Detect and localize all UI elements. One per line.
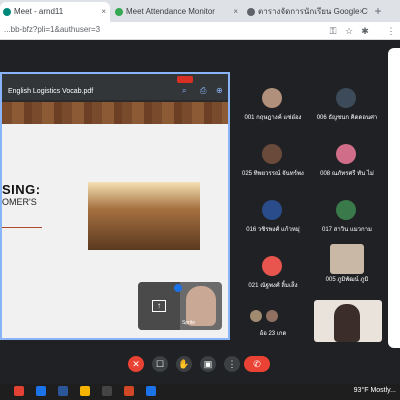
avatar bbox=[262, 88, 282, 108]
address-bar[interactable]: ...bb-bfz?pli=1&authuser=3 ⚿ ☆ ✱ ⋮ bbox=[0, 22, 400, 40]
participant-camera-feed bbox=[334, 304, 360, 342]
slide-wood-banner bbox=[2, 102, 228, 124]
raise-hand-button[interactable]: ✋ bbox=[176, 356, 192, 372]
participant-tile[interactable]: 017 สาวิน แมวกาม bbox=[316, 196, 376, 238]
participant-tile[interactable]: 021 ณัฐพงศ์ ลิ้มเส็ง bbox=[242, 252, 302, 294]
pin-icon[interactable] bbox=[174, 284, 182, 292]
new-tab-button[interactable]: + bbox=[370, 3, 386, 19]
participant-name: 021 ณัฐพงศ์ ลิ้มเส็ง bbox=[248, 283, 298, 289]
tab-strip: Meet - arnd11 × Meet Attendance Monitor … bbox=[0, 0, 400, 22]
star-icon[interactable]: ☆ bbox=[342, 24, 356, 38]
weather-widget[interactable]: 93°F Mostly... bbox=[354, 387, 396, 394]
meet-favicon-icon bbox=[3, 8, 11, 16]
word-icon[interactable] bbox=[58, 386, 68, 396]
search-icon[interactable]: ⌕ bbox=[182, 86, 186, 96]
app-icon[interactable] bbox=[102, 386, 112, 396]
app-icon[interactable] bbox=[36, 386, 46, 396]
avatar bbox=[336, 88, 356, 108]
slide-title: SING: bbox=[2, 182, 41, 197]
participant-name: 008 ณภัทรศรี ทัน ไม่ bbox=[320, 171, 374, 177]
extension-favicon-icon bbox=[115, 8, 123, 16]
end-call-button[interactable]: ✆ bbox=[244, 356, 270, 372]
url-text[interactable]: ...bb-bfz?pli=1&authuser=3 bbox=[4, 25, 100, 34]
key-icon[interactable]: ⚿ bbox=[326, 24, 340, 38]
call-controls: ✕ ☐ ✋ ▣ ⋮ bbox=[0, 350, 400, 380]
zoom-app-icon[interactable] bbox=[146, 386, 156, 396]
close-icon[interactable]: × bbox=[359, 2, 364, 22]
participant-tile[interactable]: 008 ณภัทรศรี ทัน ไม่ bbox=[316, 140, 376, 182]
participant-video-tile[interactable] bbox=[314, 300, 382, 342]
participant-tile[interactable]: อ้อ 23 เกด bbox=[242, 300, 302, 342]
avatar bbox=[336, 144, 356, 164]
close-icon[interactable]: × bbox=[101, 2, 106, 22]
avatar bbox=[262, 200, 282, 220]
slide-subtitle: OMER'S bbox=[2, 197, 37, 207]
tab-meet[interactable]: Meet - arnd11 × bbox=[0, 2, 110, 22]
present-screen-icon: ↑ bbox=[152, 300, 166, 312]
captions-button[interactable]: ☐ bbox=[152, 356, 168, 372]
powerpoint-icon[interactable] bbox=[124, 386, 134, 396]
pdf-file-name: English Logistics Vocab.pdf bbox=[8, 88, 94, 95]
participant-tile[interactable]: 006 ธัญชนก คิดดอนศา bbox=[316, 84, 378, 126]
avatar bbox=[336, 200, 356, 220]
more-options-button[interactable]: ⋮ bbox=[224, 356, 240, 372]
avatar bbox=[262, 144, 282, 164]
pdf-viewer-header: English Logistics Vocab.pdf ⌕ ⎙ ⊕ bbox=[2, 74, 228, 100]
side-panel[interactable] bbox=[388, 48, 400, 348]
participant-tile[interactable]: 001 กฤษฎางค์ แซ่อ๋อง bbox=[242, 84, 302, 126]
avatar bbox=[262, 256, 282, 276]
tab-classroom[interactable]: ตารางจัดการนักเรียน Google Classroo × bbox=[244, 2, 368, 22]
participant-video bbox=[330, 244, 364, 274]
participant-name: อ้อ 23 เกด bbox=[259, 331, 287, 337]
zoom-icon[interactable]: ⊕ bbox=[216, 86, 223, 95]
avatar bbox=[266, 310, 278, 322]
avatar bbox=[250, 310, 262, 322]
globe-icon bbox=[247, 8, 255, 16]
self-view-name: Sprite bbox=[182, 320, 196, 326]
warehouse-image bbox=[88, 182, 200, 250]
participant-name: 006 ธัญชนก คิดดอนศา bbox=[316, 115, 378, 121]
self-view-present-panel: ↑ bbox=[138, 282, 182, 330]
participant-tile[interactable]: 005 ภูมิพัฒน์ ภูมิ bbox=[316, 240, 376, 283]
print-icon[interactable]: ⎙ bbox=[200, 86, 206, 96]
mic-off-button[interactable]: ✕ bbox=[128, 356, 144, 372]
present-now-button[interactable]: ▣ bbox=[200, 356, 216, 372]
self-view[interactable]: ↑ Sprite bbox=[138, 282, 222, 330]
recording-indicator bbox=[177, 76, 193, 83]
taskbar: 93°F Mostly... bbox=[0, 384, 400, 400]
participant-name: 025 ทิพยวรรณ์ จันทร์พงษ์ bbox=[242, 171, 304, 177]
participant-name: 001 กฤษฎางค์ แซ่อ๋อง bbox=[244, 115, 302, 121]
tab-title: Meet - arnd11 bbox=[14, 7, 64, 16]
participant-name: 016 วชิรพงศ์ แก้วหมุ่ bbox=[246, 227, 300, 233]
app-icon[interactable] bbox=[14, 386, 24, 396]
participant-name: 017 สาวิน แมวกาม bbox=[322, 227, 372, 233]
participant-tile[interactable]: 025 ทิพยวรรณ์ จันทร์พงษ์ bbox=[242, 140, 304, 182]
slide-divider bbox=[2, 227, 42, 228]
tab-attendance[interactable]: Meet Attendance Monitor × bbox=[112, 2, 242, 22]
tab-title: ตารางจัดการนักเรียน Google Classroo bbox=[258, 7, 368, 16]
chrome-icon[interactable] bbox=[80, 386, 90, 396]
participant-tile[interactable]: 016 วชิรพงศ์ แก้วหมุ่ bbox=[242, 196, 302, 238]
extension-icon[interactable]: ✱ bbox=[358, 24, 372, 38]
close-icon[interactable]: × bbox=[233, 2, 238, 22]
participant-name: 005 ภูมิพัฒน์ ภูมิ bbox=[325, 277, 369, 283]
tab-title: Meet Attendance Monitor bbox=[126, 7, 215, 16]
menu-icon[interactable]: ⋮ bbox=[384, 24, 398, 38]
